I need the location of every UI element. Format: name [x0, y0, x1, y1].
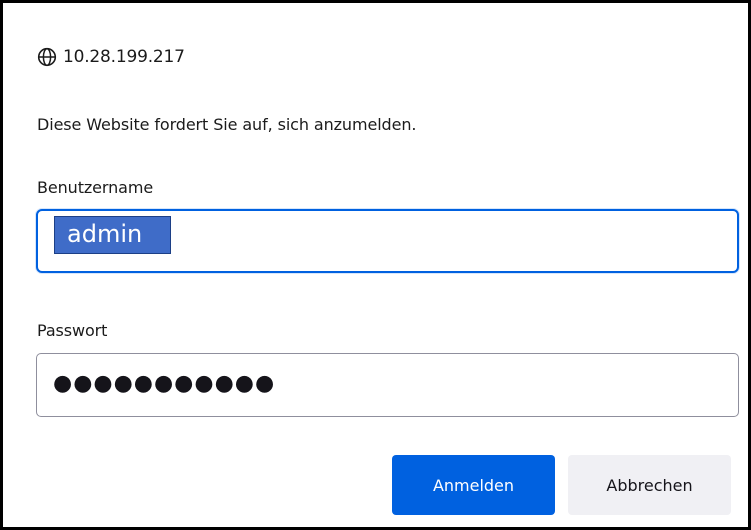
- username-field[interactable]: admin: [36, 209, 739, 273]
- password-field[interactable]: ●●●●●●●●●●●: [36, 353, 739, 417]
- cancel-button[interactable]: Abbrechen: [568, 455, 731, 515]
- login-dialog: 10.28.199.217 Diese Website fordert Sie …: [0, 0, 751, 530]
- globe-icon: [37, 47, 57, 67]
- login-button[interactable]: Anmelden: [392, 455, 555, 515]
- username-value: admin: [54, 216, 172, 254]
- username-label: Benutzername: [37, 178, 154, 197]
- site-header: 10.28.199.217: [37, 45, 185, 69]
- password-label: Passwort: [37, 321, 108, 340]
- auth-message: Diese Website fordert Sie auf, sich anzu…: [37, 115, 417, 134]
- site-host: 10.28.199.217: [63, 47, 185, 67]
- password-value: ●●●●●●●●●●●: [53, 371, 276, 396]
